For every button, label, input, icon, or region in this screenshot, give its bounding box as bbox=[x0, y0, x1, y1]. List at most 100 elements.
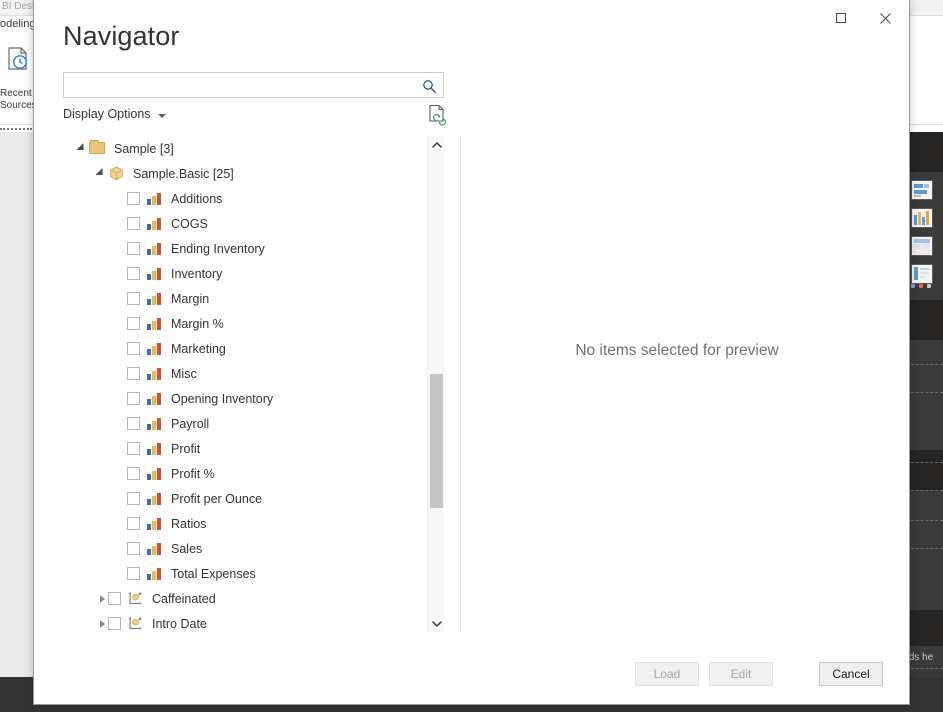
clustered-column-visual-icon[interactable] bbox=[911, 208, 933, 228]
recent-sources-label[interactable]: Recent Sources bbox=[0, 88, 37, 112]
tree-item[interactable]: Profit % bbox=[63, 461, 427, 486]
item-checkbox[interactable] bbox=[127, 442, 140, 455]
scrollbar-track[interactable] bbox=[428, 153, 444, 615]
item-checkbox[interactable] bbox=[108, 592, 121, 605]
search-icon[interactable] bbox=[419, 77, 439, 95]
tree-item-label: Margin % bbox=[171, 316, 224, 331]
tree-item[interactable]: Profit per Ounce bbox=[63, 486, 427, 511]
item-checkbox[interactable] bbox=[127, 367, 140, 380]
tree-item[interactable]: Sample.Basic [25] bbox=[63, 161, 427, 186]
tree-item-label: Total Expenses bbox=[171, 566, 256, 581]
item-checkbox[interactable] bbox=[127, 417, 140, 430]
measure-bars-icon bbox=[146, 316, 163, 331]
refresh-document-icon[interactable] bbox=[427, 104, 447, 126]
card-visual-icon[interactable] bbox=[911, 264, 933, 284]
item-checkbox[interactable] bbox=[127, 242, 140, 255]
load-button[interactable]: Load bbox=[635, 662, 699, 686]
chevron-down-icon[interactable] bbox=[428, 615, 444, 632]
tree-item[interactable]: Profit bbox=[63, 436, 427, 461]
collapse-toggle-icon[interactable] bbox=[75, 142, 89, 156]
stacked-bar-visual-icon[interactable] bbox=[911, 180, 933, 200]
tree-item-label: Ratios bbox=[171, 516, 207, 531]
measure-bars-icon bbox=[146, 541, 163, 556]
item-checkbox[interactable] bbox=[127, 292, 140, 305]
item-checkbox[interactable] bbox=[127, 542, 140, 555]
search-input[interactable] bbox=[70, 76, 418, 96]
expand-toggle-icon[interactable] bbox=[94, 592, 108, 606]
dimension-icon bbox=[127, 616, 144, 631]
item-checkbox[interactable] bbox=[127, 317, 140, 330]
tree-item[interactable]: Marketing bbox=[63, 336, 427, 361]
item-checkbox[interactable] bbox=[127, 217, 140, 230]
tree-item-label: Inventory bbox=[171, 266, 223, 281]
measure-bars-icon bbox=[146, 241, 163, 256]
measure-bars-icon bbox=[146, 516, 163, 531]
maximize-icon[interactable] bbox=[819, 3, 863, 33]
tree-item-label: Misc bbox=[171, 366, 197, 381]
tree-item[interactable]: Total Expenses bbox=[63, 561, 427, 586]
item-checkbox[interactable] bbox=[127, 392, 140, 405]
tree-item[interactable]: Ending Inventory bbox=[63, 236, 427, 261]
tree-item[interactable]: Inventory bbox=[63, 261, 427, 286]
tree-item[interactable]: Sample [3] bbox=[63, 136, 427, 161]
item-checkbox[interactable] bbox=[127, 517, 140, 530]
search-box[interactable] bbox=[63, 72, 444, 98]
tree-item[interactable]: Misc bbox=[63, 361, 427, 386]
tree-item[interactable]: Intro Date bbox=[63, 611, 427, 632]
scrollbar-thumb[interactable] bbox=[430, 374, 443, 508]
tree-scrollbar[interactable] bbox=[427, 136, 444, 632]
close-icon[interactable] bbox=[863, 3, 907, 33]
item-checkbox[interactable] bbox=[127, 192, 140, 205]
tree-list: Sample [3] Sample.Basic [25] Additions COGS… bbox=[63, 136, 427, 632]
measure-bars-icon bbox=[146, 491, 163, 506]
edit-button[interactable]: Edit bbox=[709, 662, 773, 686]
more-options-dots-icon[interactable] bbox=[911, 284, 935, 290]
item-checkbox[interactable] bbox=[127, 492, 140, 505]
object-tree-panel: Sample [3] Sample.Basic [25] Additions COGS… bbox=[63, 136, 444, 632]
tree-item[interactable]: Margin % bbox=[63, 311, 427, 336]
tree-item-label: Intro Date bbox=[152, 616, 207, 631]
tree-item[interactable]: Margin bbox=[63, 286, 427, 311]
tree-item[interactable]: Ratios bbox=[63, 511, 427, 536]
tree-item[interactable]: Sales bbox=[63, 536, 427, 561]
ribbon-divider bbox=[0, 128, 32, 130]
matrix-visual-icon[interactable] bbox=[911, 236, 933, 256]
measure-bars-icon bbox=[146, 341, 163, 356]
expand-toggle-icon[interactable] bbox=[94, 617, 108, 631]
measure-bars-icon bbox=[146, 566, 163, 581]
tree-item[interactable]: Additions bbox=[63, 186, 427, 211]
tree-item[interactable]: Caffeinated bbox=[63, 586, 427, 611]
tree-item-label: Marketing bbox=[171, 341, 226, 356]
tree-item[interactable]: Opening Inventory bbox=[63, 386, 427, 411]
measure-bars-icon bbox=[146, 191, 163, 206]
item-checkbox[interactable] bbox=[127, 567, 140, 580]
item-checkbox[interactable] bbox=[127, 267, 140, 280]
measure-bars-icon bbox=[146, 266, 163, 281]
measure-bars-icon bbox=[146, 291, 163, 306]
item-checkbox[interactable] bbox=[127, 342, 140, 355]
tree-item[interactable]: Payroll bbox=[63, 411, 427, 436]
display-options-label: Display Options bbox=[63, 107, 151, 121]
tree-item-label: Payroll bbox=[171, 416, 210, 431]
measure-bars-icon bbox=[146, 466, 163, 481]
chevron-up-icon[interactable] bbox=[428, 136, 444, 153]
item-checkbox[interactable] bbox=[127, 467, 140, 480]
panel-splitter[interactable] bbox=[460, 136, 461, 632]
ribbon-tab-modeling[interactable]: odeling bbox=[0, 18, 35, 30]
measure-bars-icon bbox=[146, 366, 163, 381]
tree-item[interactable]: COGS bbox=[63, 211, 427, 236]
display-options-dropdown[interactable]: Display Options bbox=[63, 107, 166, 121]
item-checkbox[interactable] bbox=[108, 617, 121, 630]
cancel-button[interactable]: Cancel bbox=[819, 662, 883, 686]
collapse-toggle-icon[interactable] bbox=[94, 167, 108, 181]
tree-item-label: Ending Inventory bbox=[171, 241, 265, 256]
